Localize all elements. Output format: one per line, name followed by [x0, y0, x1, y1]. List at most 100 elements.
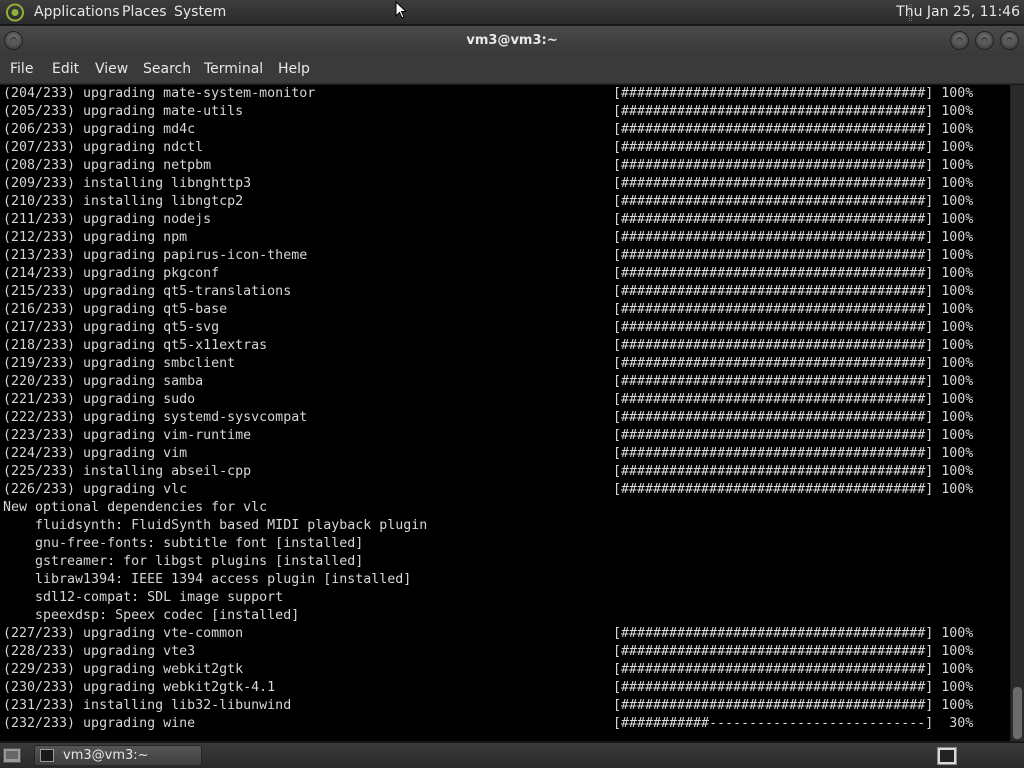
progress-bar-text: [######################################]… — [613, 446, 974, 461]
terminal-line: (227/233) upgrading vte-common [#########… — [3, 625, 973, 643]
progress-bar-text: [######################################]… — [613, 284, 974, 299]
progress-bar-text: [######################################]… — [613, 194, 974, 209]
terminal-line: (212/233) upgrading npm [################… — [3, 229, 973, 247]
menu-terminal[interactable]: Terminal — [204, 61, 263, 78]
terminal-line-text: (218/233) upgrading qt5-x11extras — [3, 338, 268, 353]
terminal-line: (223/233) upgrading vim-runtime [########… — [3, 427, 973, 445]
terminal-line-text: (211/233) upgrading nodejs — [3, 212, 212, 227]
system-menu[interactable]: System — [174, 4, 226, 21]
places-menu[interactable]: Places — [122, 4, 167, 21]
menu-view[interactable]: View — [95, 61, 128, 78]
progress-bar-text: [######################################]… — [613, 338, 974, 353]
progress-bar-text: [######################################]… — [613, 662, 974, 677]
terminal-line-text: (221/233) upgrading sudo — [3, 392, 196, 407]
terminal-line-text: (220/233) upgrading samba — [3, 374, 204, 389]
bottom-panel: vm3@vm3:~ — [0, 742, 1024, 768]
maximize-button[interactable] — [975, 31, 994, 50]
terminal-line: (218/233) upgrading qt5-x11extras [######… — [3, 337, 973, 355]
progress-bar-text: [###########---------------------------]… — [613, 716, 974, 731]
terminal-line: (231/233) installing lib32-libunwind [###… — [3, 697, 973, 715]
menu-search[interactable]: Search — [143, 61, 191, 78]
menu-bar: File Edit View Search Terminal Help — [0, 55, 1024, 84]
terminal-line-text: (216/233) upgrading qt5-base — [3, 302, 228, 317]
progress-bar-text: [######################################]… — [613, 158, 974, 173]
terminal-line-text: gnu-free-fonts: subtitle font [installed… — [3, 536, 364, 551]
menu-edit[interactable]: Edit — [52, 61, 79, 78]
terminal-line: sdl12-compat: SDL image support — [3, 589, 283, 607]
terminal-line: (207/233) upgrading ndctl [##############… — [3, 139, 973, 157]
terminal-line-text: fluidsynth: FluidSynth based MIDI playba… — [3, 518, 428, 533]
terminal-line-text: (208/233) upgrading netpbm — [3, 158, 212, 173]
terminal-line-text: (232/233) upgrading wine — [3, 716, 196, 731]
terminal-line-text: speexdsp: Speex codec [installed] — [3, 608, 300, 623]
terminal-line: (220/233) upgrading samba [##############… — [3, 373, 973, 391]
terminal-output[interactable]: (204/233) upgrading mate-system-monitor [… — [0, 85, 1010, 741]
terminal-line-text: (207/233) upgrading ndctl — [3, 140, 204, 155]
progress-bar-text: [######################################]… — [613, 428, 974, 443]
terminal-line: (229/233) upgrading webkit2gtk [#########… — [3, 661, 973, 679]
applications-menu[interactable]: Applications — [34, 4, 120, 21]
terminal-line: gnu-free-fonts: subtitle font [installed… — [3, 535, 363, 553]
terminal-line: (221/233) upgrading sudo [###############… — [3, 391, 973, 409]
progress-bar-text: [######################################]… — [613, 248, 974, 263]
progress-bar-text: [######################################]… — [613, 104, 974, 119]
menu-file[interactable]: File — [10, 61, 33, 78]
progress-bar-text: [######################################]… — [613, 374, 974, 389]
progress-bar-text: [######################################]… — [613, 464, 974, 479]
mouse-cursor-icon — [395, 1, 407, 19]
window-titlebar[interactable]: vm3@vm3:~ — [0, 26, 1024, 55]
progress-bar-text: [######################################]… — [613, 410, 974, 425]
terminal-line: (210/233) installing libngtcp2 [#########… — [3, 193, 973, 211]
taskbar-window-button[interactable]: vm3@vm3:~ — [34, 745, 202, 766]
terminal-line: speexdsp: Speex codec [installed] — [3, 607, 299, 625]
mate-logo-icon[interactable] — [5, 3, 25, 22]
terminal-line: (216/233) upgrading qt5-base [###########… — [3, 301, 973, 319]
terminal-line: (214/233) upgrading pkgconf [############… — [3, 265, 973, 283]
terminal-scrollbar[interactable] — [1010, 85, 1024, 741]
progress-bar-text: [######################################]… — [613, 392, 974, 407]
clock[interactable]: Thu Jan 25, 11:46 — [896, 4, 1020, 21]
terminal-line: (205/233) upgrading mate-utils [#########… — [3, 103, 973, 121]
progress-bar-text: [######################################]… — [613, 212, 974, 227]
close-button[interactable] — [1000, 31, 1019, 50]
minimize-button[interactable] — [950, 31, 969, 50]
terminal-line-text: gstreamer: for libgst plugins [installed… — [3, 554, 364, 569]
show-desktop-icon[interactable] — [3, 748, 21, 763]
terminal-line: (217/233) upgrading qt5-svg [############… — [3, 319, 973, 337]
tray-terminal-icon[interactable] — [937, 747, 957, 765]
terminal-line: (211/233) upgrading nodejs [#############… — [3, 211, 973, 229]
progress-bar-text: [######################################]… — [613, 356, 974, 371]
progress-bar-text: [######################################]… — [613, 86, 974, 101]
menu-help[interactable]: Help — [278, 61, 310, 78]
terminal-line: libraw1394: IEEE 1394 access plugin [ins… — [3, 571, 411, 589]
progress-bar-text: [######################################]… — [613, 230, 974, 245]
taskbar-window-label: vm3@vm3:~ — [63, 748, 149, 763]
terminal-line: (219/233) upgrading smbclient [##########… — [3, 355, 973, 373]
terminal-line-text: (225/233) installing abseil-cpp — [3, 464, 252, 479]
progress-bar-text: [######################################]… — [613, 626, 974, 641]
progress-bar-text: [######################################]… — [613, 302, 974, 317]
terminal-line: fluidsynth: FluidSynth based MIDI playba… — [3, 517, 427, 535]
terminal-line-text: New optional dependencies for vlc — [3, 500, 268, 515]
terminal-line-text: (213/233) upgrading papirus-icon-theme — [3, 248, 308, 263]
terminal-line: (228/233) upgrading vte3 [###############… — [3, 643, 973, 661]
terminal-line: (226/233) upgrading vlc [################… — [3, 481, 973, 499]
terminal-line-text: (226/233) upgrading vlc — [3, 482, 188, 497]
terminal-line: (230/233) upgrading webkit2gtk-4.1 [#####… — [3, 679, 973, 697]
window-title: vm3@vm3:~ — [466, 33, 558, 48]
terminal-line: (206/233) upgrading md4c [###############… — [3, 121, 973, 139]
scrollbar-thumb[interactable] — [1013, 687, 1022, 739]
terminal-line-text: (212/233) upgrading npm — [3, 230, 188, 245]
terminal-line-text: libraw1394: IEEE 1394 access plugin [ins… — [3, 572, 412, 587]
progress-bar-text: [######################################]… — [613, 140, 974, 155]
terminal-line-text: (222/233) upgrading systemd-sysvcompat — [3, 410, 308, 425]
terminal-line: (224/233) upgrading vim [################… — [3, 445, 973, 463]
terminal-line-text: (217/233) upgrading qt5-svg — [3, 320, 220, 335]
terminal-line-text: (214/233) upgrading pkgconf — [3, 266, 220, 281]
terminal-line: (209/233) installing libnghttp3 [########… — [3, 175, 973, 193]
terminal-line: New optional dependencies for vlc — [3, 499, 267, 517]
progress-bar-text: [######################################]… — [613, 698, 974, 713]
progress-bar-text: [######################################]… — [613, 680, 974, 695]
terminal-line: (232/233) upgrading wine [###########----… — [3, 715, 973, 733]
terminal-line-text: (224/233) upgrading vim — [3, 446, 188, 461]
